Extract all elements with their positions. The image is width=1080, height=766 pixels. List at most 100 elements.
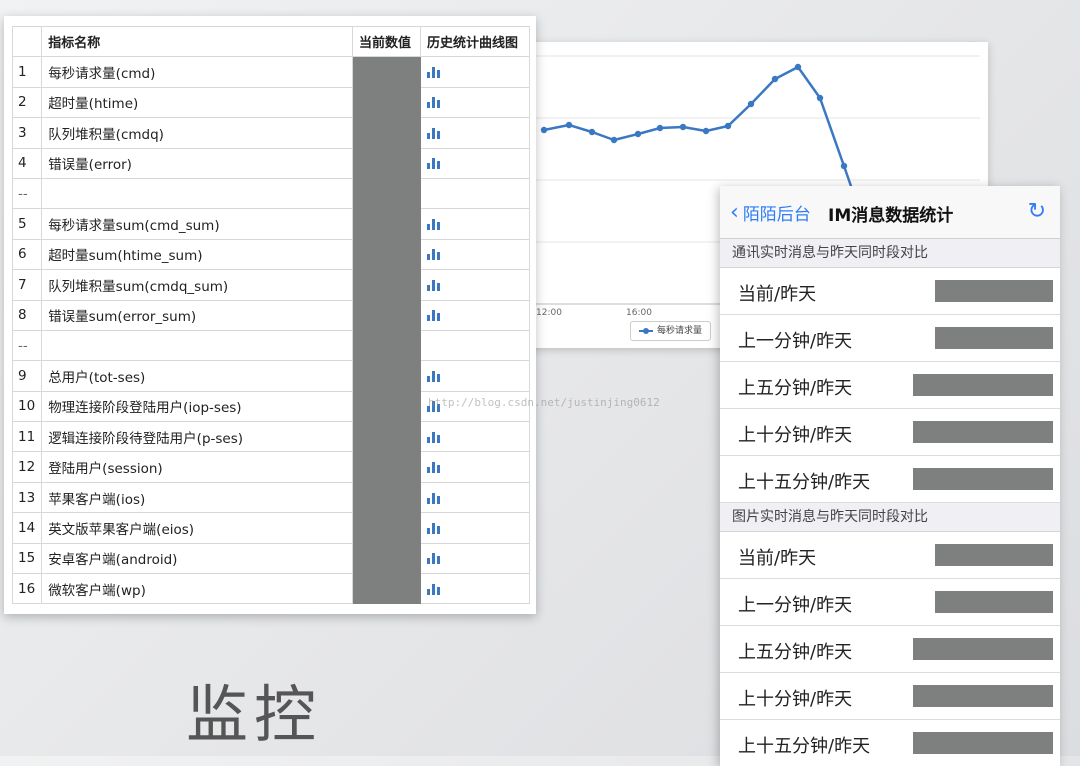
list-item-label: 上十分钟/昨天 <box>738 425 853 446</box>
bar-chart-icon[interactable] <box>427 127 441 139</box>
data-point <box>816 94 824 102</box>
data-point <box>794 63 802 71</box>
bar-chart-icon[interactable] <box>427 431 441 443</box>
data-point <box>634 130 642 138</box>
masked-value <box>913 468 1053 490</box>
current-value-masked <box>352 117 421 149</box>
table-row: 13 苹果客户端(ios) <box>11 481 530 514</box>
row-index: 6 <box>11 238 43 271</box>
history-chart-cell <box>420 481 530 514</box>
current-value-masked <box>352 573 421 605</box>
list-item[interactable]: 上五分钟/昨天 <box>720 626 1060 673</box>
bar-chart-icon[interactable] <box>427 492 441 504</box>
row-index: 15 <box>11 542 43 575</box>
column-header-history: 历史统计曲线图 <box>420 25 530 58</box>
masked-value <box>935 591 1053 613</box>
row-index: 16 <box>11 573 43 605</box>
current-value-masked <box>352 329 421 362</box>
current-value-masked <box>352 542 421 575</box>
row-index: 5 <box>11 208 43 240</box>
bar-chart-icon[interactable] <box>427 96 441 109</box>
metric-name: 错误量sum(error_sum) <box>41 299 353 331</box>
chart-legend[interactable]: 每秒请求量 <box>630 321 712 341</box>
metrics-table-card: 指标名称 当前数值 历史统计曲线图 1 每秒请求量(cmd) 2 超时量(htime)… <box>4 16 536 614</box>
history-chart-cell <box>420 451 530 483</box>
data-point <box>747 100 755 108</box>
current-value-masked <box>352 360 421 392</box>
metric-name: 每秒请求量sum(cmd_sum) <box>41 208 353 240</box>
row-index: -- <box>11 329 43 362</box>
metric-name: 超时量sum(htime_sum) <box>41 238 353 271</box>
bar-chart-icon[interactable] <box>427 218 441 231</box>
list-item[interactable]: 上十分钟/昨天 <box>720 409 1060 456</box>
list-item-label: 上十五分钟/昨天 <box>738 472 871 493</box>
current-value-masked <box>352 512 421 544</box>
column-header-index <box>11 25 43 58</box>
separator-row: -- <box>11 177 530 210</box>
list-item-label: 上五分钟/昨天 <box>738 378 853 399</box>
list-item[interactable]: 上五分钟/昨天 <box>720 362 1060 409</box>
list-item[interactable]: 当前/昨天 <box>720 268 1060 315</box>
row-index: 12 <box>11 451 43 483</box>
x-tick-label: 16:00 <box>626 308 652 318</box>
list-item[interactable]: 上十五分钟/昨天 <box>720 456 1060 503</box>
metric-name: 苹果客户端(ios) <box>41 481 353 514</box>
masked-value <box>913 374 1053 396</box>
metric-name: 物理连接阶段登陆用户(iop-ses) <box>41 390 353 423</box>
x-tick-label: 12:00 <box>536 308 562 318</box>
bar-chart-icon[interactable] <box>427 309 441 322</box>
metric-name: 错误量(error) <box>41 147 353 179</box>
row-index: 11 <box>11 421 43 453</box>
stats-list: 通讯实时消息与昨天同时段对比 当前/昨天 上一分钟/昨天 上五分钟/昨天 上十分钟/昨天… <box>720 239 1060 766</box>
bar-chart-icon[interactable] <box>427 279 441 291</box>
bar-chart-icon[interactable] <box>427 370 441 382</box>
metric-name: 英文版苹果客户端(eios) <box>41 512 353 544</box>
table-header-row: 指标名称 当前数值 历史统计曲线图 <box>11 25 530 58</box>
history-chart-cell <box>420 86 530 119</box>
legend-line-icon <box>639 328 653 334</box>
current-value-masked <box>352 299 421 331</box>
data-point <box>540 126 548 134</box>
list-item[interactable]: 当前/昨天 <box>720 532 1060 579</box>
row-index: -- <box>11 177 43 210</box>
list-item[interactable]: 上十分钟/昨天 <box>720 673 1060 720</box>
table-row: 4 错误量(error) <box>11 147 530 179</box>
bar-chart-icon[interactable] <box>427 461 441 474</box>
row-index: 14 <box>11 512 43 544</box>
table-row: 6 超时量sum(htime_sum) <box>11 238 530 271</box>
metric-name: 队列堆积量sum(cmdq_sum) <box>41 269 353 301</box>
bar-chart-icon[interactable] <box>427 157 441 170</box>
data-point <box>840 162 848 170</box>
history-chart-cell <box>420 299 530 331</box>
metric-name: 安卓客户端(android) <box>41 542 353 575</box>
page-title: 监控 <box>186 678 323 751</box>
masked-value <box>935 280 1053 302</box>
bar-chart-icon[interactable] <box>427 66 441 79</box>
separator-row: -- <box>11 329 530 362</box>
bar-chart-icon[interactable] <box>427 248 441 261</box>
list-item-label: 上一分钟/昨天 <box>738 331 853 352</box>
list-item[interactable]: 上一分钟/昨天 <box>720 579 1060 626</box>
table-row: 7 队列堆积量sum(cmdq_sum) <box>11 269 530 301</box>
list-item[interactable]: 上一分钟/昨天 <box>720 315 1060 362</box>
list-item[interactable]: 上十五分钟/昨天 <box>720 720 1060 766</box>
back-button[interactable]: ‹ 陌陌后台 <box>730 200 811 225</box>
table-row: 14 英文版苹果客户端(eios) <box>11 512 530 544</box>
bar-chart-icon[interactable] <box>427 552 441 565</box>
history-chart-cell <box>420 56 530 88</box>
current-value-masked <box>352 451 421 483</box>
phone-screen: ‹ 陌陌后台 IM消息数据统计 ↻ 通讯实时消息与昨天同时段对比 当前/昨天 上一分… <box>720 186 1060 766</box>
table-row: 8 错误量sum(error_sum) <box>11 299 530 331</box>
metric-name <box>41 177 353 210</box>
column-header-value: 当前数值 <box>352 25 421 58</box>
data-point <box>610 136 618 144</box>
bar-chart-icon[interactable] <box>427 583 441 595</box>
current-value-masked <box>352 390 421 423</box>
current-value-masked <box>352 86 421 119</box>
history-chart-cell <box>420 573 530 605</box>
current-value-masked <box>352 147 421 179</box>
row-index: 13 <box>11 481 43 514</box>
bar-chart-icon[interactable] <box>427 522 441 534</box>
list-item-label: 当前/昨天 <box>738 284 817 305</box>
refresh-icon[interactable]: ↻ <box>1028 199 1046 224</box>
